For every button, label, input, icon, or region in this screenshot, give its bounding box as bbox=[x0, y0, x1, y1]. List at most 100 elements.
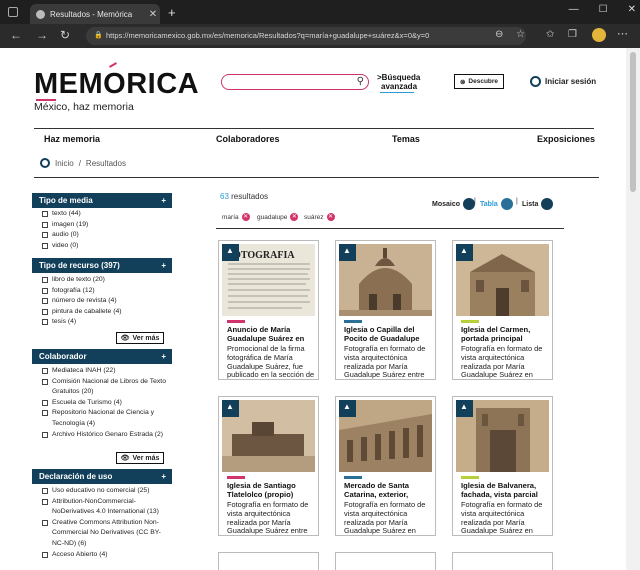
checkbox[interactable] bbox=[42, 498, 48, 505]
result-card[interactable] bbox=[218, 552, 319, 570]
checkbox[interactable] bbox=[42, 551, 48, 558]
maximize-icon[interactable]: ☐ bbox=[599, 4, 608, 15]
facet-option[interactable]: Comisión Nacional de Libros de Texto Gra… bbox=[42, 377, 167, 398]
filter-chip[interactable]: maría ✕ bbox=[222, 213, 250, 221]
checkbox[interactable] bbox=[42, 232, 48, 239]
checkbox[interactable] bbox=[42, 319, 48, 326]
result-card[interactable]: Iglesia o Capilla del Pocito de Guadalup… bbox=[335, 240, 436, 380]
reload-icon[interactable]: ↻ bbox=[60, 28, 70, 42]
search-input[interactable]: ⚲ bbox=[221, 74, 369, 90]
forward-icon[interactable]: → bbox=[36, 28, 48, 42]
nav-colaboradores[interactable]: Colaboradores bbox=[216, 134, 280, 144]
close-window-icon[interactable]: ✕ bbox=[628, 4, 636, 15]
filter-chip[interactable]: suárez ✕ bbox=[304, 213, 335, 221]
facet-option[interactable]: audio (0) bbox=[42, 230, 88, 241]
facet-option[interactable]: video (0) bbox=[42, 241, 88, 252]
facet-collab-header[interactable]: Colaborador + bbox=[32, 349, 172, 364]
facet-option[interactable]: Escuela de Turismo (4) bbox=[42, 398, 167, 409]
login-link[interactable]: Iniciar sesión bbox=[530, 76, 596, 87]
view-table-button[interactable]: Tabla bbox=[480, 198, 513, 210]
facet-option[interactable]: Uso educativo no comercial (25) bbox=[42, 486, 167, 497]
expand-icon[interactable]: + bbox=[161, 258, 166, 273]
profile-avatar[interactable] bbox=[592, 28, 606, 42]
result-card[interactable]: FOTOGRAFIA Anuncio de María Guadalupe Su… bbox=[218, 240, 319, 380]
browser-tab[interactable]: Resultados - Memórica ✕ bbox=[30, 4, 160, 24]
scrollbar-thumb[interactable] bbox=[630, 52, 636, 192]
ver-mas-button[interactable]: 👁 Ver más bbox=[116, 452, 164, 464]
remove-filter-icon[interactable]: ✕ bbox=[241, 213, 250, 221]
checkbox[interactable] bbox=[42, 277, 48, 283]
result-title[interactable]: Iglesia de Santiago Tlatelolco (propio) bbox=[227, 481, 315, 499]
result-card[interactable]: Iglesia de Balvanera, fachada, vista par… bbox=[452, 396, 553, 536]
collections-icon[interactable]: ❐ bbox=[568, 29, 577, 40]
facet-option[interactable]: número de revista (4) bbox=[42, 296, 122, 307]
facet-option[interactable]: libro de texto (20) bbox=[42, 275, 122, 286]
ver-mas-button[interactable]: 👁 Ver más bbox=[116, 332, 164, 344]
facet-media-header[interactable]: Tipo de media + bbox=[32, 193, 172, 208]
advanced-search-link[interactable]: >Búsqueda avanzada bbox=[377, 73, 420, 91]
nav-exposiciones[interactable]: Exposiciones bbox=[537, 134, 595, 144]
facet-option[interactable]: pintura de caballete (4) bbox=[42, 307, 122, 318]
facet-license-header[interactable]: Declaración de uso + bbox=[32, 469, 172, 484]
checkbox[interactable] bbox=[42, 399, 48, 406]
facet-option[interactable]: imagen (19) bbox=[42, 220, 88, 231]
result-title[interactable]: Iglesia del Carmen, portada principal bbox=[461, 325, 549, 343]
checkbox[interactable] bbox=[42, 308, 48, 315]
checkbox[interactable] bbox=[42, 287, 48, 294]
result-title[interactable]: Iglesia o Capilla del Pocito de Guadalup… bbox=[344, 325, 432, 343]
view-mosaic-button[interactable]: Mosaico bbox=[432, 198, 476, 210]
expand-icon[interactable]: + bbox=[161, 349, 166, 364]
memorica-logo[interactable]: MEMORICA bbox=[34, 68, 199, 101]
zoom-icon[interactable]: ⊖ bbox=[495, 29, 503, 40]
browser-menu-icon[interactable]: ⋯ bbox=[617, 27, 628, 40]
checkbox[interactable] bbox=[42, 298, 48, 305]
expand-icon[interactable]: + bbox=[161, 193, 166, 208]
facet-resource-header[interactable]: Tipo de recurso (397) + bbox=[32, 258, 172, 273]
facet-option[interactable]: Acceso Abierto (4) bbox=[42, 550, 167, 561]
minimize-icon[interactable]: — bbox=[569, 4, 579, 15]
filter-chip[interactable]: guadalupe ✕ bbox=[257, 213, 299, 221]
facet-option[interactable]: Mediateca INAH (22) bbox=[42, 366, 167, 377]
checkbox[interactable] bbox=[42, 242, 48, 249]
favorites-icon[interactable]: ✩ bbox=[546, 29, 554, 40]
checkbox[interactable] bbox=[42, 378, 48, 385]
favorite-star-icon[interactable]: ☆ bbox=[516, 29, 525, 40]
nav-haz-memoria[interactable]: Haz memoria bbox=[44, 134, 100, 144]
search-icon[interactable]: ⚲ bbox=[357, 76, 364, 87]
result-title[interactable]: Iglesia de Balvanera, fachada, vista par… bbox=[461, 481, 549, 499]
new-tab-icon[interactable]: + bbox=[168, 5, 176, 20]
facet-option[interactable]: fotografía (12) bbox=[42, 286, 122, 297]
facet-option[interactable]: Creative Commons Attribution Non-Commerc… bbox=[42, 518, 167, 550]
facet-option[interactable]: Archivo Histórico Genaro Estrada (2) bbox=[42, 430, 167, 441]
checkbox[interactable] bbox=[42, 519, 48, 526]
checkbox[interactable] bbox=[42, 410, 48, 417]
facet-option[interactable]: tesis (4) bbox=[42, 317, 122, 328]
result-title[interactable]: Anuncio de María Guadalupe Suárez en bbox=[227, 325, 315, 343]
descubre-button[interactable]: ⊗ Descubre bbox=[454, 74, 504, 89]
remove-filter-icon[interactable]: ✕ bbox=[326, 213, 335, 221]
nav-temas[interactable]: Temas bbox=[392, 134, 420, 144]
expand-icon[interactable]: + bbox=[161, 469, 166, 484]
facet-option[interactable]: Repositorio Nacional de Ciencia y Tecnol… bbox=[42, 408, 167, 429]
checkbox[interactable] bbox=[42, 211, 48, 217]
result-card[interactable] bbox=[452, 552, 553, 570]
back-icon[interactable]: ← bbox=[10, 28, 22, 42]
page-scrollbar[interactable] bbox=[626, 48, 640, 570]
checkbox[interactable] bbox=[42, 488, 48, 494]
checkbox[interactable] bbox=[42, 431, 48, 438]
checkbox[interactable] bbox=[42, 221, 48, 228]
url-field[interactable]: 🔒 https://memoricamexico.gob.mx/es/memor… bbox=[86, 27, 526, 45]
remove-filter-icon[interactable]: ✕ bbox=[290, 213, 299, 221]
breadcrumb-inicio[interactable]: Inicio bbox=[55, 159, 74, 168]
facet-option[interactable]: Attribution-NonCommercial-NoDerivatives … bbox=[42, 497, 167, 518]
close-tab-icon[interactable]: ✕ bbox=[146, 9, 160, 20]
window-menu-icon[interactable] bbox=[8, 7, 18, 17]
result-card[interactable]: Iglesia del Carmen, portada principal Fo… bbox=[452, 240, 553, 380]
result-card[interactable]: Iglesia de Santiago Tlatelolco (propio) … bbox=[218, 396, 319, 536]
facet-option[interactable]: texto (44) bbox=[42, 209, 88, 220]
checkbox[interactable] bbox=[42, 368, 48, 374]
view-list-button[interactable]: Lista bbox=[522, 198, 554, 210]
result-card[interactable] bbox=[335, 552, 436, 570]
result-card[interactable]: Mercado de Santa Catarina, exterior, Fot… bbox=[335, 396, 436, 536]
result-title[interactable]: Mercado de Santa Catarina, exterior, bbox=[344, 481, 432, 499]
